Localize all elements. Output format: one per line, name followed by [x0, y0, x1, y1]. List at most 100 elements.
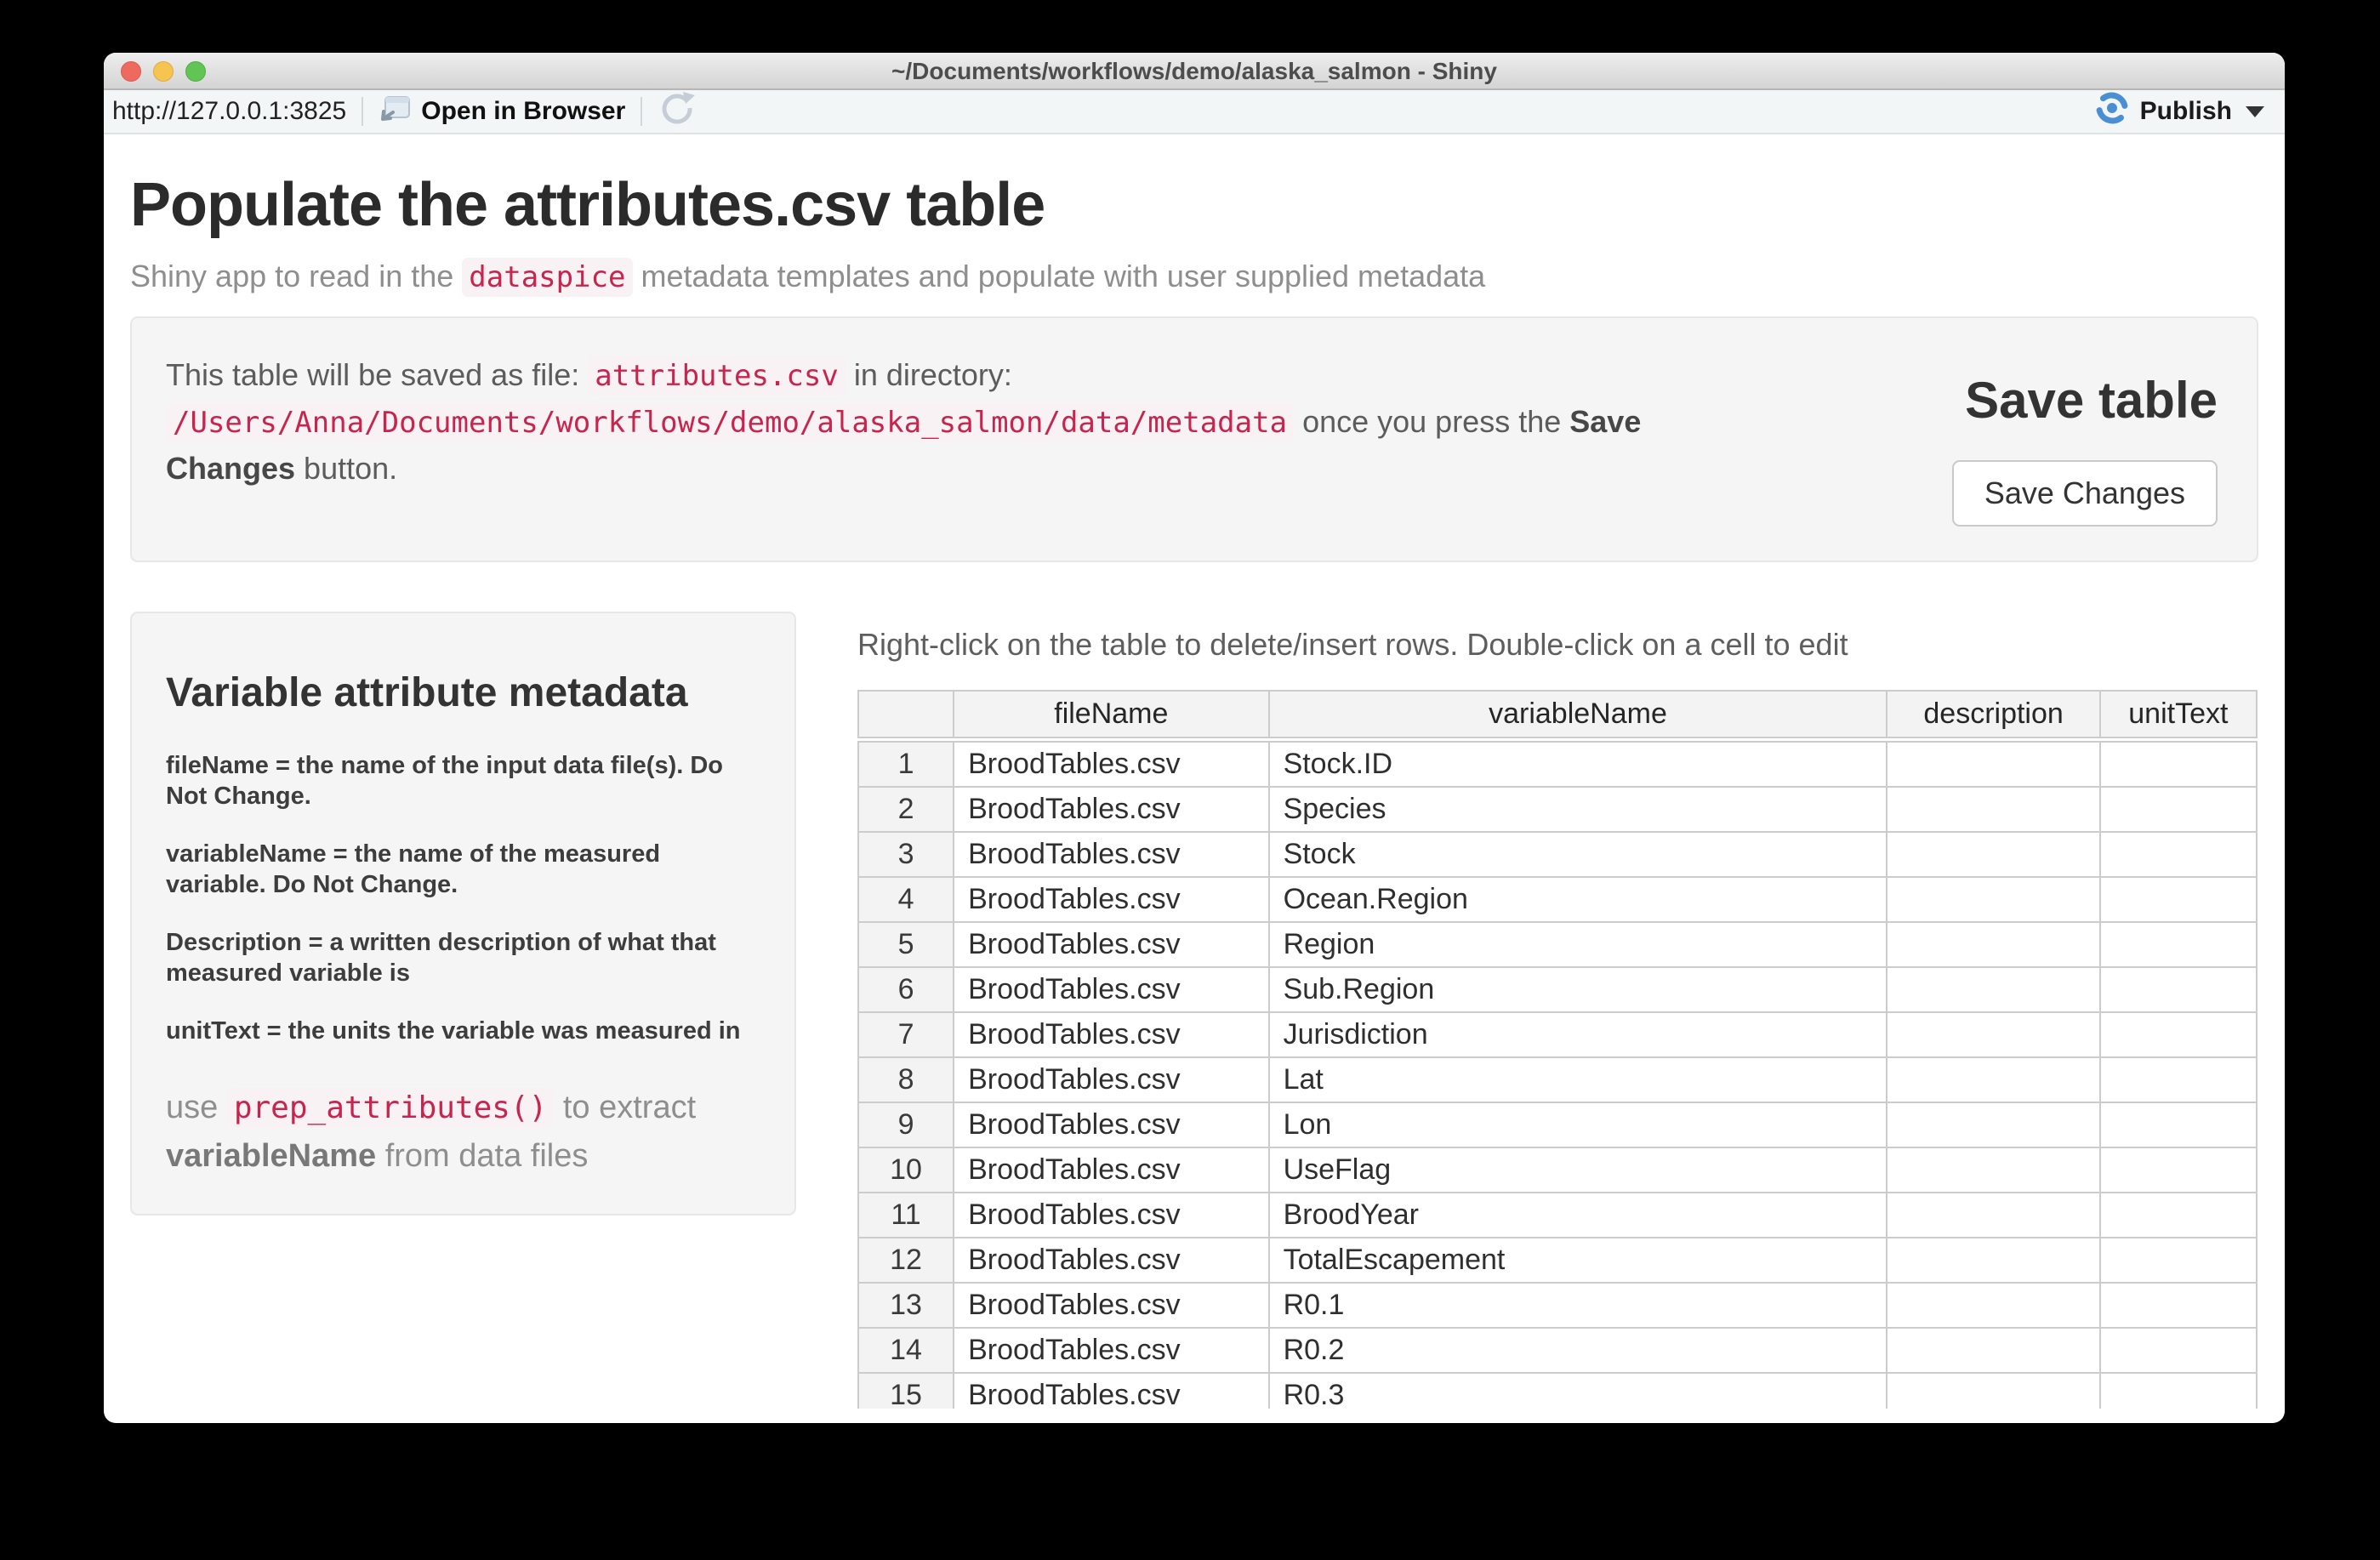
cell-fileName[interactable]: BroodTables.csv [954, 1013, 1269, 1058]
cell-description[interactable] [1887, 923, 2100, 968]
cell-unitText[interactable] [2101, 1238, 2258, 1284]
close-window-button[interactable] [121, 61, 141, 82]
cell-fileName[interactable]: BroodTables.csv [954, 1148, 1269, 1193]
cell-fileName[interactable]: BroodTables.csv [954, 923, 1269, 968]
cell-description[interactable] [1887, 878, 2100, 923]
cell-variableName[interactable]: Stock.ID [1270, 743, 1888, 788]
app-content: Populate the attributes.csv table Shiny … [104, 170, 2285, 1409]
cell-fileName[interactable]: BroodTables.csv [954, 878, 1269, 923]
save-table-heading: Save table [1952, 371, 2218, 430]
dataspice-code: dataspice [462, 258, 632, 297]
cell-variableName[interactable]: BroodYear [1270, 1193, 1888, 1238]
row-number[interactable]: 4 [857, 878, 954, 923]
open-in-browser-button[interactable]: Open in Browser [421, 97, 625, 126]
cell-variableName[interactable]: TotalEscapement [1270, 1238, 1888, 1284]
cell-fileName[interactable]: BroodTables.csv [954, 1058, 1269, 1103]
zoom-window-button[interactable] [185, 61, 206, 82]
cell-description[interactable] [1887, 743, 2100, 788]
save-area: Save table Save Changes [1952, 352, 2223, 527]
table-corner-header[interactable] [857, 690, 954, 738]
cell-unitText[interactable] [2101, 788, 2258, 833]
cell-description[interactable] [1887, 1013, 2100, 1058]
column-header-description[interactable]: description [1887, 690, 2100, 738]
cell-variableName[interactable]: Region [1270, 923, 1888, 968]
cell-unitText[interactable] [2101, 833, 2258, 878]
cell-unitText[interactable] [2101, 1148, 2258, 1193]
cell-variableName[interactable]: R0.1 [1270, 1284, 1888, 1329]
window-titlebar[interactable]: ~/Documents/workflows/demo/alaska_salmon… [104, 53, 2285, 90]
cell-unitText[interactable] [2101, 1103, 2258, 1148]
save-changes-button[interactable]: Save Changes [1952, 460, 2218, 527]
definition-unitText: unitText = the units the variable was me… [166, 1016, 760, 1046]
table-row: 7BroodTables.csvJurisdiction [857, 1013, 2258, 1058]
row-number[interactable]: 12 [857, 1238, 954, 1284]
minimize-window-button[interactable] [153, 61, 174, 82]
refresh-icon[interactable] [658, 88, 697, 134]
cell-variableName[interactable]: Stock [1270, 833, 1888, 878]
cell-description[interactable] [1887, 1329, 2100, 1374]
cell-fileName[interactable]: BroodTables.csv [954, 833, 1269, 878]
dropdown-caret-icon[interactable] [2246, 106, 2264, 117]
row-number[interactable]: 13 [857, 1284, 954, 1329]
cell-description[interactable] [1887, 1193, 2100, 1238]
row-number[interactable]: 7 [857, 1013, 954, 1058]
row-number[interactable]: 10 [857, 1148, 954, 1193]
cell-description[interactable] [1887, 1284, 2100, 1329]
cell-unitText[interactable] [2101, 923, 2258, 968]
row-number[interactable]: 11 [857, 1193, 954, 1238]
row-number[interactable]: 5 [857, 923, 954, 968]
cell-unitText[interactable] [2101, 1013, 2258, 1058]
publish-button[interactable]: Publish [2140, 97, 2232, 126]
cell-unitText[interactable] [2101, 878, 2258, 923]
cell-description[interactable] [1887, 1374, 2100, 1409]
column-header-unitText[interactable]: unitText [2101, 690, 2258, 738]
cell-fileName[interactable]: BroodTables.csv [954, 743, 1269, 788]
cell-description[interactable] [1887, 1148, 2100, 1193]
cell-variableName[interactable]: Sub.Region [1270, 968, 1888, 1013]
cell-fileName[interactable]: BroodTables.csv [954, 1238, 1269, 1284]
cell-description[interactable] [1887, 1238, 2100, 1284]
cell-unitText[interactable] [2101, 743, 2258, 788]
cell-description[interactable] [1887, 968, 2100, 1013]
row-number[interactable]: 8 [857, 1058, 954, 1103]
cell-variableName[interactable]: Ocean.Region [1270, 878, 1888, 923]
column-header-variableName[interactable]: variableName [1270, 690, 1888, 738]
table-row: 10BroodTables.csvUseFlag [857, 1148, 2258, 1193]
prep-attributes-code: prep_attributes() [227, 1088, 554, 1128]
cell-description[interactable] [1887, 833, 2100, 878]
cell-unitText[interactable] [2101, 1329, 2258, 1374]
cell-variableName[interactable]: Lon [1270, 1103, 1888, 1148]
cell-description[interactable] [1887, 788, 2100, 833]
cell-fileName[interactable]: BroodTables.csv [954, 1193, 1269, 1238]
cell-fileName[interactable]: BroodTables.csv [954, 1374, 1269, 1409]
row-number[interactable]: 3 [857, 833, 954, 878]
cell-unitText[interactable] [2101, 1193, 2258, 1238]
column-header-fileName[interactable]: fileName [954, 690, 1269, 738]
directory-code: /Users/Anna/Documents/workflows/demo/ala… [166, 403, 1294, 442]
table-row: 8BroodTables.csvLat [857, 1058, 2258, 1103]
cell-unitText[interactable] [2101, 1058, 2258, 1103]
row-number[interactable]: 1 [857, 743, 954, 788]
cell-variableName[interactable]: Jurisdiction [1270, 1013, 1888, 1058]
cell-variableName[interactable]: Species [1270, 788, 1888, 833]
cell-fileName[interactable]: BroodTables.csv [954, 1284, 1269, 1329]
row-number[interactable]: 9 [857, 1103, 954, 1148]
cell-variableName[interactable]: Lat [1270, 1058, 1888, 1103]
cell-variableName[interactable]: UseFlag [1270, 1148, 1888, 1193]
cell-fileName[interactable]: BroodTables.csv [954, 968, 1269, 1013]
cell-unitText[interactable] [2101, 968, 2258, 1013]
row-number[interactable]: 15 [857, 1374, 954, 1409]
cell-unitText[interactable] [2101, 1284, 2258, 1329]
row-number[interactable]: 14 [857, 1329, 954, 1374]
cell-unitText[interactable] [2101, 1374, 2258, 1409]
cell-description[interactable] [1887, 1103, 2100, 1148]
cell-description[interactable] [1887, 1058, 2100, 1103]
row-number[interactable]: 6 [857, 968, 954, 1013]
cell-fileName[interactable]: BroodTables.csv [954, 788, 1269, 833]
cell-variableName[interactable]: R0.3 [1270, 1374, 1888, 1409]
cell-fileName[interactable]: BroodTables.csv [954, 1329, 1269, 1374]
cell-fileName[interactable]: BroodTables.csv [954, 1103, 1269, 1148]
row-number[interactable]: 2 [857, 788, 954, 833]
table-row: 6BroodTables.csvSub.Region [857, 968, 2258, 1013]
cell-variableName[interactable]: R0.2 [1270, 1329, 1888, 1374]
